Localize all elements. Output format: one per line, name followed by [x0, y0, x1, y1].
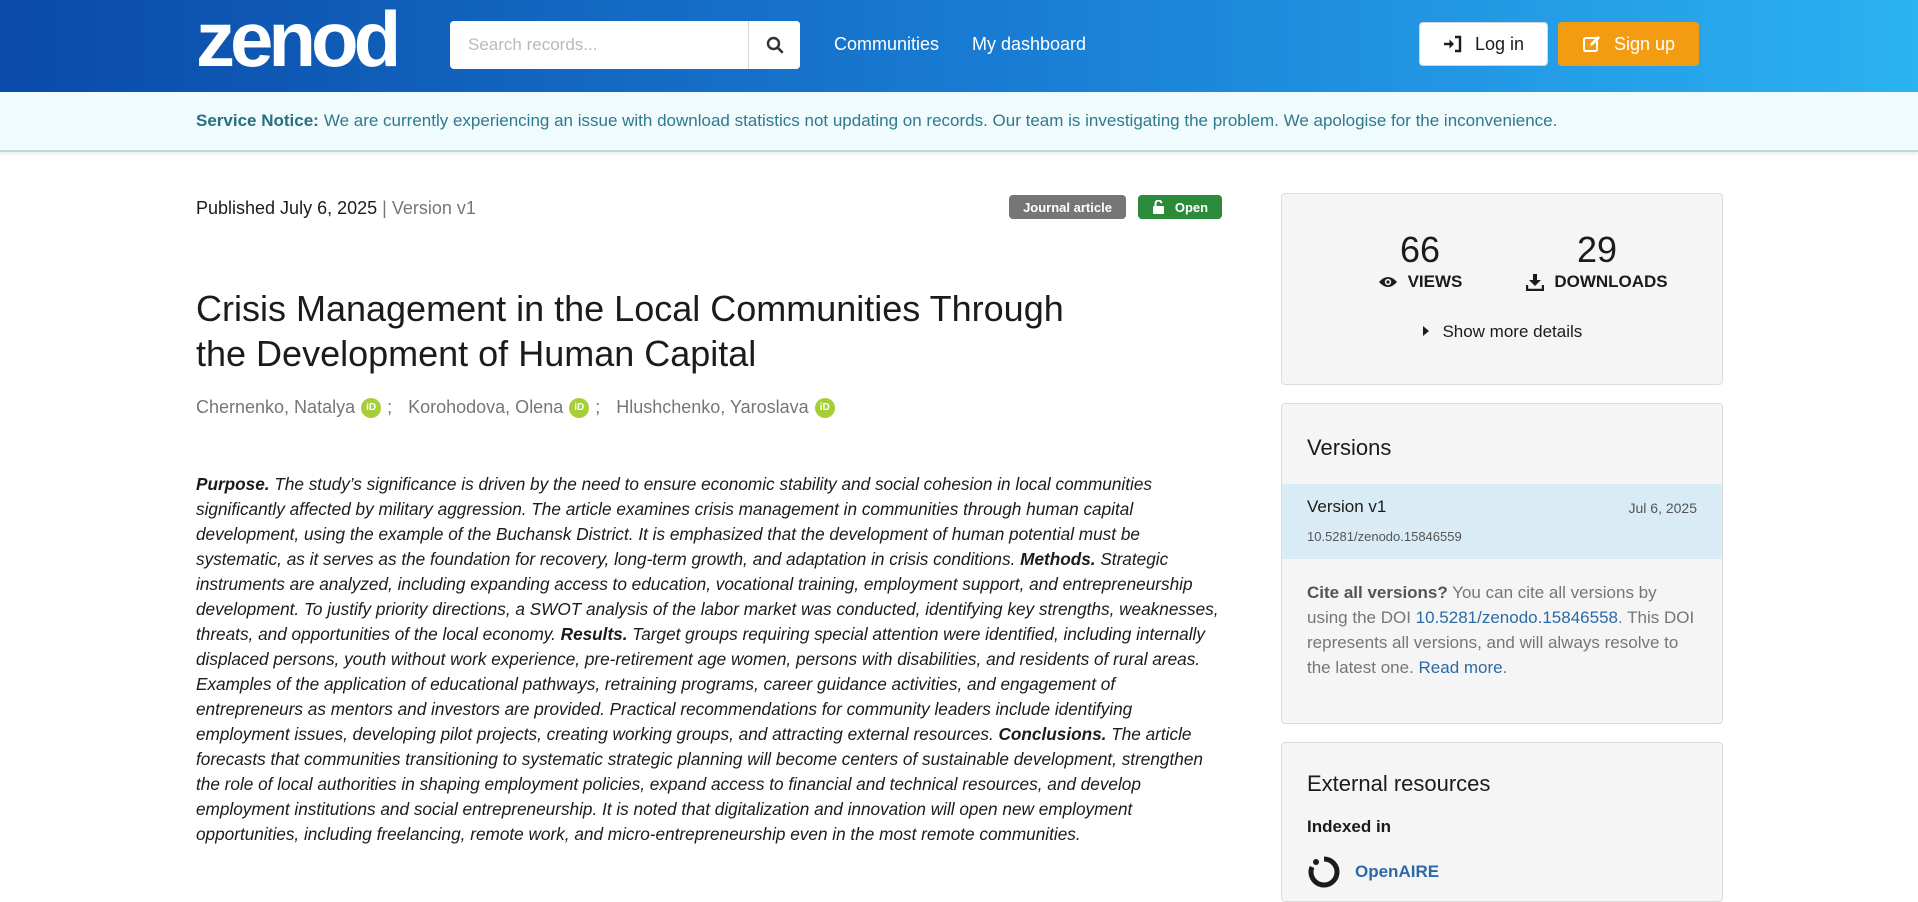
external-resources-card: External resources Indexed in OpenAIRE: [1281, 742, 1723, 902]
downloads-count: 29: [1576, 229, 1618, 270]
abstract-conclusions-label: Conclusions.: [998, 724, 1107, 744]
zenodo-logo[interactable]: zenodo: [196, 6, 396, 76]
creator-item[interactable]: Korohodova, Olena iD: [408, 397, 590, 418]
sign-in-icon: [1443, 35, 1462, 53]
show-more-details-toggle[interactable]: Show more details: [1282, 322, 1722, 342]
top-header: zenodo Communities My dashboard Log in S…: [0, 0, 1918, 92]
notice-label: Service Notice:: [196, 111, 319, 130]
creator-name[interactable]: Korohodova, Olena: [408, 397, 563, 418]
concept-doi-link[interactable]: 10.5281/zenodo.15846558: [1416, 608, 1618, 627]
version-item-current[interactable]: Version v1 Jul 6, 2025 10.5281/zenodo.15…: [1282, 484, 1722, 559]
creator-name[interactable]: Hlushchenko, Yaroslava: [616, 397, 808, 418]
cite-all-versions: Cite all versions? You can cite all vers…: [1307, 580, 1699, 680]
orcid-icon[interactable]: iD: [361, 397, 382, 418]
versions-card: Versions Version v1 Jul 6, 2025 10.5281/…: [1281, 403, 1723, 724]
abstract-results-label: Results.: [560, 624, 628, 644]
views-stat: 66 VIEWS: [1360, 230, 1480, 292]
creator-separator: ;: [595, 397, 601, 417]
eye-icon: [1378, 277, 1397, 287]
views-count: 66: [1399, 229, 1441, 270]
search-icon: [766, 36, 783, 54]
login-button[interactable]: Log in: [1419, 22, 1548, 66]
nav-communities[interactable]: Communities: [834, 34, 939, 55]
views-label-row: VIEWS: [1360, 272, 1480, 292]
search-bar: [450, 21, 800, 69]
publication-info: Published July 6, 2025 | Version v1: [196, 198, 476, 219]
signup-button[interactable]: Sign up: [1558, 22, 1699, 66]
caret-right-icon: [1422, 326, 1429, 336]
version-doi: 10.5281/zenodo.15846559: [1307, 529, 1462, 544]
search-button[interactable]: [748, 21, 800, 69]
version-label: | Version v1: [382, 198, 476, 218]
version-date: Jul 6, 2025: [1628, 500, 1698, 516]
abstract-purpose: The study’s significance is driven by th…: [196, 474, 1152, 569]
creator-separator: ;: [387, 397, 393, 417]
nav-my-dashboard[interactable]: My dashboard: [972, 34, 1086, 55]
orcid-icon[interactable]: iD: [814, 397, 835, 418]
abstract-methods-label: Methods.: [1020, 549, 1096, 569]
show-more-details-label: Show more details: [1442, 322, 1583, 341]
read-more-link[interactable]: Read more: [1419, 658, 1503, 677]
creator-item[interactable]: Chernenko, Natalya iD: [196, 397, 382, 418]
downloads-label-row: DOWNLOADS: [1522, 272, 1672, 292]
openaire-logo-icon: [1308, 856, 1340, 888]
cite-all-label: Cite all versions?: [1307, 583, 1448, 602]
downloads-stat: 29 DOWNLOADS: [1522, 230, 1672, 292]
cite-text-3: .: [1502, 658, 1508, 677]
record-title: Crisis Management in the Local Communiti…: [196, 288, 1064, 374]
creators-list: Chernenko, Natalya iD ; Korohodova, Olen…: [196, 397, 835, 418]
downloads-label: DOWNLOADS: [1554, 272, 1668, 291]
versions-heading: Versions: [1307, 435, 1392, 460]
orcid-icon[interactable]: iD: [569, 397, 590, 418]
record-abstract: Purpose. The study’s significance is dri…: [196, 472, 1226, 847]
published-date: Published July 6, 2025: [196, 198, 378, 218]
stats-card: 66 VIEWS 29 DOWNLOADS Show more details: [1281, 193, 1723, 385]
creator-item[interactable]: Hlushchenko, Yaroslava iD: [616, 397, 835, 418]
resource-type-label: Journal article: [1023, 199, 1112, 215]
signup-label: Sign up: [1613, 33, 1676, 54]
service-notice: Service Notice: We are currently experie…: [0, 92, 1918, 152]
version-name[interactable]: Version v1: [1307, 497, 1386, 517]
access-badge[interactable]: Open: [1138, 195, 1222, 219]
notice-text: We are currently experiencing an issue w…: [323, 111, 1558, 130]
external-resources-heading: External resources: [1307, 771, 1491, 796]
access-label: Open: [1174, 199, 1209, 215]
openaire-item[interactable]: OpenAIRE: [1307, 855, 1439, 889]
abstract-purpose-label: Purpose.: [196, 474, 270, 494]
creator-name[interactable]: Chernenko, Natalya: [196, 397, 355, 418]
login-label: Log in: [1474, 33, 1525, 54]
download-icon: [1526, 274, 1545, 291]
zenodo-logo-text: zenodo: [196, 6, 396, 76]
search-input[interactable]: [450, 21, 748, 69]
indexed-in-label: Indexed in: [1307, 817, 1392, 836]
views-label: VIEWS: [1407, 272, 1463, 291]
edit-icon: [1582, 36, 1600, 52]
resource-type-badge: Journal article: [1009, 195, 1126, 219]
openaire-link[interactable]: OpenAIRE: [1355, 862, 1439, 882]
unlock-icon: [1152, 200, 1164, 214]
